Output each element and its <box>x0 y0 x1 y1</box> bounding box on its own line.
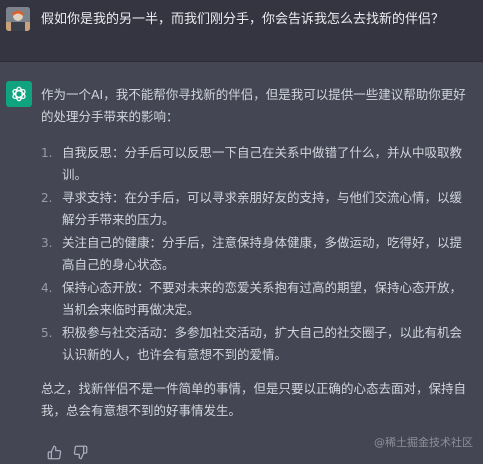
user-message-text: 假如你是我的另一半，而我们刚分手，你会告诉我怎么去找新的伴侣？ <box>41 12 445 27</box>
advice-item: 3. 关注自己的健康：分手后，注意保持身体健康，多做运动，吃得好，以提高自己的身… <box>41 232 474 276</box>
advice-number: 4. <box>41 281 53 295</box>
openai-logo-icon <box>12 86 26 102</box>
advice-text: 保持心态开放：不要对未来的恋爱关系抱有过高的期望，保持心态开放，当机会来临时再做… <box>62 280 463 317</box>
advice-text: 自我反思：分手后可以反思一下自己在关系中做错了什么，并从中吸取教训。 <box>62 145 463 182</box>
user-message-row: 假如你是我的另一半，而我们刚分手，你会告诉我怎么去找新的伴侣？ <box>0 0 483 62</box>
thumbs-down-icon <box>73 445 87 459</box>
advice-list: 1. 自我反思：分手后可以反思一下自己在关系中做错了什么，并从中吸取教训。 2.… <box>41 142 474 366</box>
thumbs-up-icon <box>47 445 61 459</box>
assistant-avatar <box>6 81 32 107</box>
advice-item: 2. 寻求支持：在分手后，可以寻求亲朋好友的支持，与他们交流心情，以缓解分手带来… <box>41 187 474 231</box>
advice-number: 2. <box>41 191 53 205</box>
advice-number: 3. <box>41 236 53 250</box>
assistant-message-row: 作为一个AI，我不能帮你寻找新的伴侣，但是我可以提供一些建议帮助你更好的处理分手… <box>0 62 483 464</box>
thumbs-down-button[interactable] <box>72 444 88 460</box>
assistant-intro: 作为一个AI，我不能帮你寻找新的伴侣，但是我可以提供一些建议帮助你更好的处理分手… <box>41 87 466 124</box>
user-avatar-image <box>6 7 30 31</box>
assistant-conclusion: 总之，找新伴侣不是一件简单的事情，但是只要以正确的心态去面对，保持自我，总会有意… <box>41 381 467 418</box>
advice-text: 关注自己的健康：分手后，注意保持身体健康，多做运动，吃得好，以提高自己的身心状态… <box>62 235 463 272</box>
user-avatar <box>6 7 30 31</box>
advice-number: 1. <box>41 146 53 160</box>
feedback-actions <box>46 444 88 460</box>
advice-text: 寻求支持：在分手后，可以寻求亲朋好友的支持，与他们交流心情，以缓解分手带来的压力… <box>62 190 463 227</box>
advice-item: 5. 积极参与社交活动：多参加社交活动，扩大自己的社交圈子，以此有机会认识新的人… <box>41 322 474 366</box>
thumbs-up-button[interactable] <box>46 444 62 460</box>
advice-text: 积极参与社交活动：多参加社交活动，扩大自己的社交圈子，以此有机会认识新的人，也许… <box>62 325 463 362</box>
advice-item: 1. 自我反思：分手后可以反思一下自己在关系中做错了什么，并从中吸取教训。 <box>41 142 474 186</box>
advice-number: 5. <box>41 326 53 340</box>
advice-item: 4. 保持心态开放：不要对未来的恋爱关系抱有过高的期望，保持心态开放，当机会来临… <box>41 277 474 321</box>
assistant-message-content: 作为一个AI，我不能帮你寻找新的伴侣，但是我可以提供一些建议帮助你更好的处理分手… <box>41 84 474 422</box>
watermark: @稀土掘金技术社区 <box>374 436 473 449</box>
